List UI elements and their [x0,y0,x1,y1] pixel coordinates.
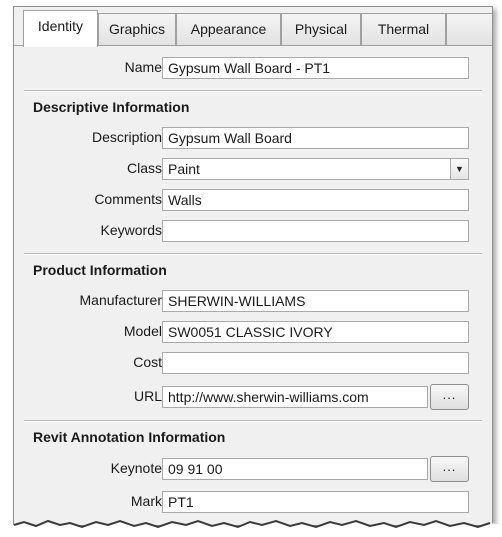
tab-strip-filler [446,13,492,45]
cost-row: Cost [14,352,492,374]
cost-label: Cost [133,354,162,370]
product-section-title: Product Information [33,262,167,278]
tab-strip: Identity Graphics Appearance Physical Th… [14,7,492,47]
tab-identity[interactable]: Identity [23,10,98,47]
model-field[interactable]: SW0051 CLASSIC IVORY [162,321,469,343]
class-select[interactable]: Paint ▼ [162,158,469,180]
material-properties-dialog: Identity Graphics Appearance Physical Th… [13,6,493,526]
tab-graphics[interactable]: Graphics [98,13,176,45]
name-field[interactable]: Gypsum Wall Board - PT1 [162,57,469,79]
identity-panel: Name Gypsum Wall Board - PT1 Descriptive… [14,46,492,525]
keywords-label: Keywords [100,222,162,238]
revit-section-title: Revit Annotation Information [33,429,226,445]
description-row: Description Gypsum Wall Board [14,127,492,149]
class-select-value: Paint [168,161,200,177]
comments-row: Comments Walls [14,189,492,211]
description-field[interactable]: Gypsum Wall Board [162,127,469,149]
class-row: Class Paint ▼ [14,158,492,180]
keywords-field[interactable] [162,220,469,242]
keynote-browse-button[interactable]: ... [430,456,469,482]
chevron-down-icon[interactable]: ▼ [450,159,468,179]
keynote-field[interactable]: 09 91 00 [162,458,428,480]
tab-thermal[interactable]: Thermal [361,13,446,45]
model-label: Model [123,323,162,339]
url-label: URL [133,388,162,404]
tab-physical[interactable]: Physical [281,13,361,45]
divider [24,253,482,255]
url-field[interactable]: http://www.sherwin-williams.com [162,386,428,408]
keywords-row: Keywords [14,220,492,242]
description-label: Description [91,129,162,145]
manufacturer-field[interactable]: SHERWIN-WILLIAMS [162,290,469,312]
torn-edge-decoration [0,519,502,537]
manufacturer-label: Manufacturer [79,292,162,308]
descriptive-section-title: Descriptive Information [33,99,190,115]
comments-field[interactable]: Walls [162,189,469,211]
name-row: Name Gypsum Wall Board - PT1 [14,57,492,79]
divider [24,90,482,92]
cost-field[interactable] [162,352,469,374]
url-browse-button[interactable]: ... [430,384,469,410]
manufacturer-row: Manufacturer SHERWIN-WILLIAMS [14,290,492,312]
model-row: Model SW0051 CLASSIC IVORY [14,321,492,343]
comments-label: Comments [94,191,162,207]
keynote-label: Keynote [110,460,162,476]
tab-appearance[interactable]: Appearance [176,13,281,45]
url-row: URL http://www.sherwin-williams.com ... [14,384,492,410]
divider [24,420,482,422]
class-label: Class [126,160,162,176]
name-label: Name [124,59,162,75]
keynote-row: Keynote 09 91 00 ... [14,456,492,482]
